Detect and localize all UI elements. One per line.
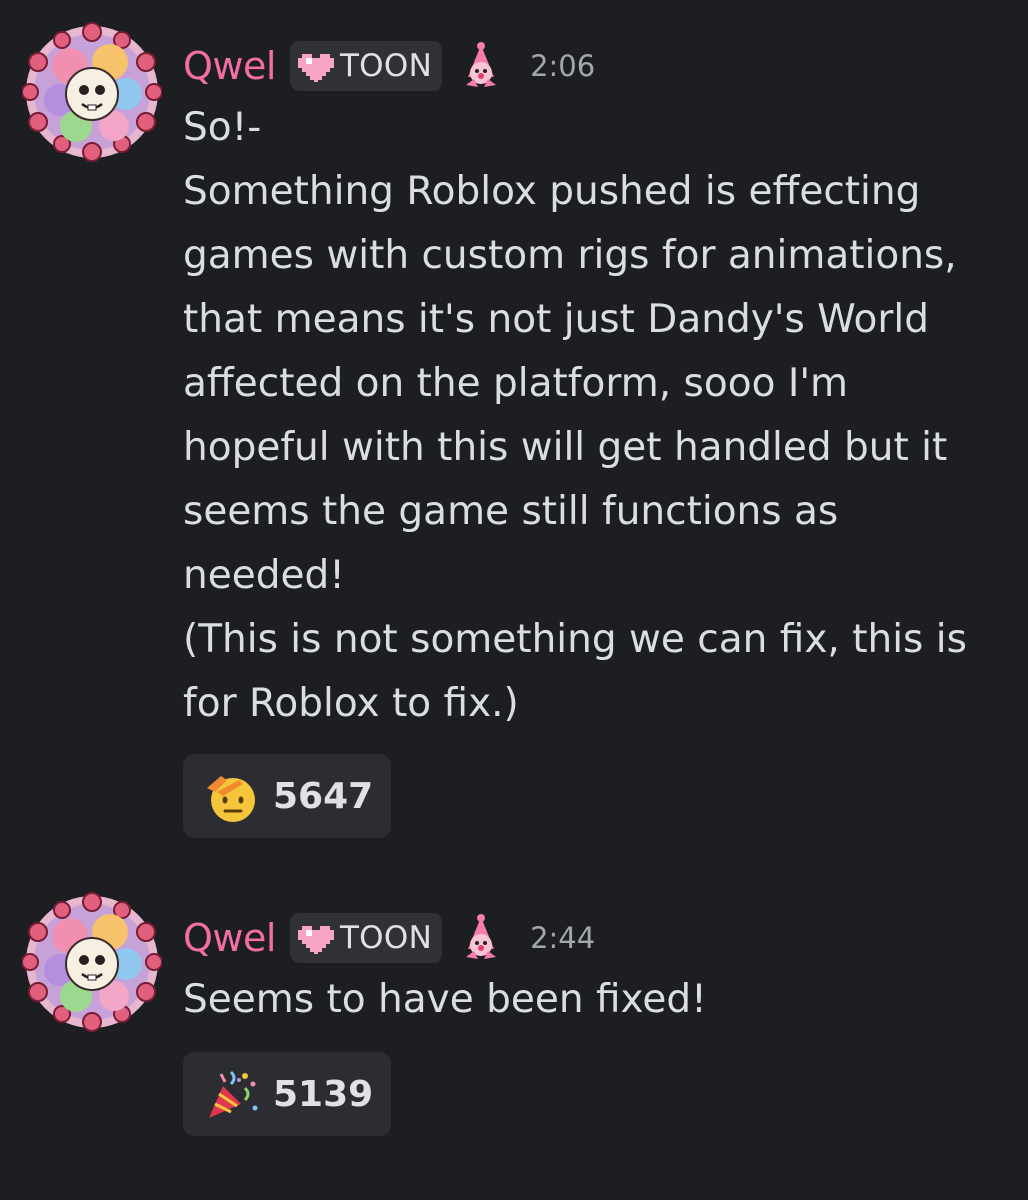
message-line: affected on the platform, sooo I'm xyxy=(183,361,849,406)
message-line: games with custom rigs for animations, xyxy=(183,233,957,278)
user-avatar[interactable] xyxy=(22,22,162,162)
message-line: So!- xyxy=(183,105,262,150)
party-popper-icon xyxy=(209,1070,258,1118)
message-header: Qwel TOON 2:44 xyxy=(183,912,595,964)
reaction-count: 5139 xyxy=(273,1073,374,1115)
user-avatar[interactable] xyxy=(22,892,162,1032)
clown-role-icon xyxy=(466,914,497,959)
clown-role-icon xyxy=(466,42,497,87)
timestamp[interactable]: 2:06 xyxy=(530,49,595,83)
server-tag[interactable]: TOON xyxy=(289,41,443,91)
message-content: Seems to have been fixed! xyxy=(183,968,983,1032)
message-line: Seems to have been fixed! xyxy=(183,977,707,1022)
timestamp[interactable]: 2:44 xyxy=(530,921,595,955)
message-line: Something Roblox pushed is effecting xyxy=(183,169,921,214)
username[interactable]: Qwel xyxy=(183,44,276,88)
message-line: for Roblox to fix.) xyxy=(183,681,519,726)
reaction-button[interactable]: 5139 xyxy=(183,1052,392,1136)
message-line: seems the game still functions as xyxy=(183,489,839,534)
message-line: that means it's not just Dandy's World xyxy=(183,297,929,342)
pixel-heart-icon xyxy=(297,54,334,82)
username[interactable]: Qwel xyxy=(183,916,276,960)
tag-label: TOON xyxy=(339,920,433,956)
pixel-heart-icon xyxy=(297,926,334,954)
saluting-face-icon xyxy=(207,776,255,822)
message-line: (This is not something we can fix, this … xyxy=(183,617,967,662)
message-content: So!- Something Roblox pushed is effectin… xyxy=(183,96,983,736)
message-line: hopeful with this will get handled but i… xyxy=(183,425,948,470)
flower-avatar-icon xyxy=(22,892,162,1032)
reaction-button[interactable]: 5647 xyxy=(183,754,392,838)
message-line: needed! xyxy=(183,553,345,598)
flower-avatar-icon xyxy=(22,22,162,162)
server-tag[interactable]: TOON xyxy=(289,913,443,963)
reaction-count: 5647 xyxy=(273,775,374,817)
message-header: Qwel TOON 2:06 xyxy=(183,40,595,92)
tag-label: TOON xyxy=(339,48,433,84)
